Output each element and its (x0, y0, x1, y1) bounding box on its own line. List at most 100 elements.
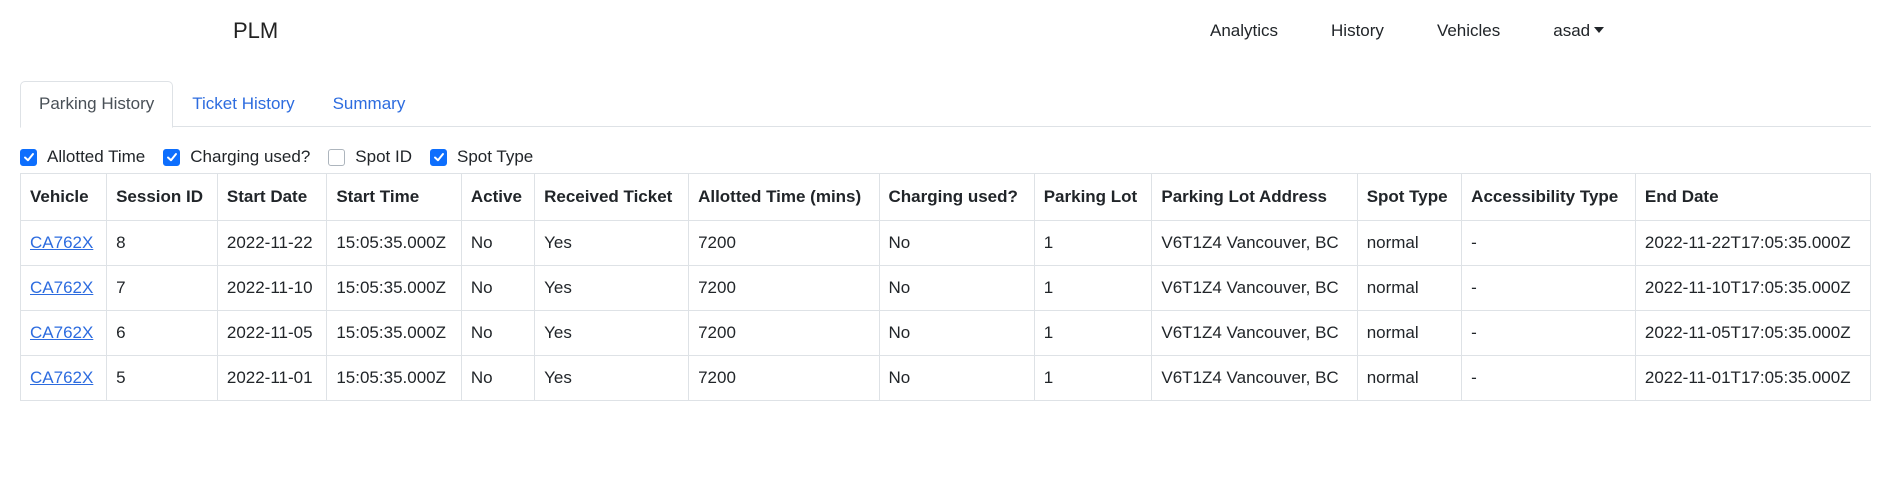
table-cell: 2022-11-10T17:05:35.000Z (1634, 265, 1872, 311)
user-name: asad (1553, 21, 1591, 40)
checkbox-spot-id[interactable] (328, 148, 346, 166)
table-cell: No (878, 355, 1035, 401)
column-header: Accessibility Type (1461, 173, 1636, 221)
check-icon (23, 153, 34, 162)
tab-parking-history[interactable]: Parking History (20, 81, 174, 128)
table-row: CA762X 8 2022-11-22 15:05:35.000Z No Yes… (19, 220, 1872, 266)
table-header-row: Vehicle Session ID Start Date Start Time… (19, 173, 1872, 221)
table-cell: 1 (1033, 355, 1153, 401)
table-cell: 1 (1033, 220, 1153, 266)
table-cell: CA762X (19, 310, 108, 356)
column-header: Active (460, 173, 536, 221)
table-row: CA762X 5 2022-11-01 15:05:35.000Z No Yes… (19, 355, 1872, 401)
table-cell: 6 (106, 310, 218, 356)
table-cell: 15:05:35.000Z (326, 265, 462, 311)
table-cell: No (878, 220, 1035, 266)
filter-label: Allotted Time (47, 147, 146, 166)
column-filters: Allotted Time Charging used? Spot ID Spo… (20, 147, 551, 167)
table-cell: CA762X (19, 265, 108, 311)
table-cell: 1 (1033, 265, 1153, 311)
table-cell: 7200 (688, 310, 880, 356)
caret-down-icon (1594, 27, 1605, 33)
table-cell: 2022-11-01T17:05:35.000Z (1634, 355, 1872, 401)
column-header: Spot Type (1356, 173, 1463, 221)
table-cell: 5 (106, 355, 218, 401)
checkbox-spot-type[interactable] (430, 148, 447, 166)
tab-bar: Parking History Ticket History Summary (20, 81, 1871, 128)
navbar: PLM Analytics History Vehicles asad (0, 0, 1891, 66)
table-cell: 2022-11-05T17:05:35.000Z (1634, 310, 1872, 356)
table-row: CA762X 6 2022-11-05 15:05:35.000Z No Yes… (19, 310, 1872, 356)
table-cell: 15:05:35.000Z (326, 220, 462, 266)
table-cell: 2022-11-22 (216, 220, 328, 266)
column-header: Allotted Time (mins) (688, 173, 880, 221)
table-cell: 7 (106, 265, 218, 311)
column-header: Start Date (216, 173, 328, 221)
check-icon (166, 153, 177, 162)
table-cell: 7200 (688, 265, 880, 311)
nav-history-link[interactable]: History (1331, 21, 1384, 41)
table-cell: V6T1Z4 Vancouver, BC (1151, 310, 1358, 356)
table-cell: V6T1Z4 Vancouver, BC (1151, 355, 1358, 401)
column-header: Received Ticket (534, 173, 690, 221)
table-cell: Yes (534, 220, 690, 266)
table-cell: normal (1356, 220, 1463, 266)
column-header: Session ID (106, 173, 218, 221)
nav-vehicles-link[interactable]: Vehicles (1437, 21, 1500, 41)
vehicle-link[interactable]: CA762X (30, 323, 93, 342)
table-cell: 2022-11-05 (216, 310, 328, 356)
table-cell: 7200 (688, 220, 880, 266)
table-cell: Yes (534, 310, 690, 356)
tab-ticket-history[interactable]: Ticket History (173, 81, 313, 127)
brand-link[interactable]: PLM (233, 18, 278, 44)
vehicle-link[interactable]: CA762X (30, 368, 93, 387)
check-icon (433, 153, 444, 162)
checkbox-charging-used[interactable] (163, 148, 181, 166)
table-cell: - (1461, 265, 1636, 311)
vehicle-link[interactable]: CA762X (30, 233, 93, 252)
column-header: Start Time (326, 173, 462, 221)
filter-spot-type[interactable]: Spot Type (430, 147, 533, 167)
nav-analytics-link[interactable]: Analytics (1210, 21, 1278, 41)
table-cell: 15:05:35.000Z (326, 310, 462, 356)
table-cell: - (1461, 220, 1636, 266)
user-menu-dropdown[interactable]: asad (1553, 21, 1605, 41)
table-cell: CA762X (19, 220, 108, 266)
table-cell: No (460, 310, 536, 356)
table-cell: No (460, 265, 536, 311)
table-cell: V6T1Z4 Vancouver, BC (1151, 220, 1358, 266)
table-cell: V6T1Z4 Vancouver, BC (1151, 265, 1358, 311)
table-cell: CA762X (19, 355, 108, 401)
checkbox-allotted-time[interactable] (20, 148, 37, 166)
vehicle-link[interactable]: CA762X (30, 278, 93, 297)
filter-label: Spot Type (457, 147, 534, 166)
parking-history-table: Vehicle Session ID Start Date Start Time… (19, 173, 1872, 401)
filter-label: Spot ID (355, 147, 412, 166)
table-cell: 1 (1033, 310, 1153, 356)
table-cell: - (1461, 310, 1636, 356)
table-cell: normal (1356, 310, 1463, 356)
tab-summary[interactable]: Summary (314, 81, 425, 127)
table-cell: No (878, 310, 1035, 356)
filter-allotted-time[interactable]: Allotted Time (20, 147, 145, 167)
column-header: Vehicle (19, 173, 108, 221)
table-cell: normal (1356, 355, 1463, 401)
table-cell: No (460, 220, 536, 266)
table-cell: No (460, 355, 536, 401)
table-cell: Yes (534, 355, 690, 401)
column-header: End Date (1634, 173, 1872, 221)
column-header: Parking Lot (1033, 173, 1153, 221)
table-cell: - (1461, 355, 1636, 401)
nav-links: Analytics History Vehicles asad (1210, 21, 1605, 41)
filter-spot-id[interactable]: Spot ID (328, 147, 412, 167)
filter-charging-used[interactable]: Charging used? (163, 147, 310, 167)
table-cell: 7200 (688, 355, 880, 401)
filter-label: Charging used? (190, 147, 311, 166)
table-row: CA762X 7 2022-11-10 15:05:35.000Z No Yes… (19, 265, 1872, 311)
table-cell: 8 (106, 220, 218, 266)
column-header: Parking Lot Address (1151, 173, 1358, 221)
column-header: Charging used? (878, 173, 1035, 221)
table-cell: Yes (534, 265, 690, 311)
table-cell: 15:05:35.000Z (326, 355, 462, 401)
table-cell: normal (1356, 265, 1463, 311)
